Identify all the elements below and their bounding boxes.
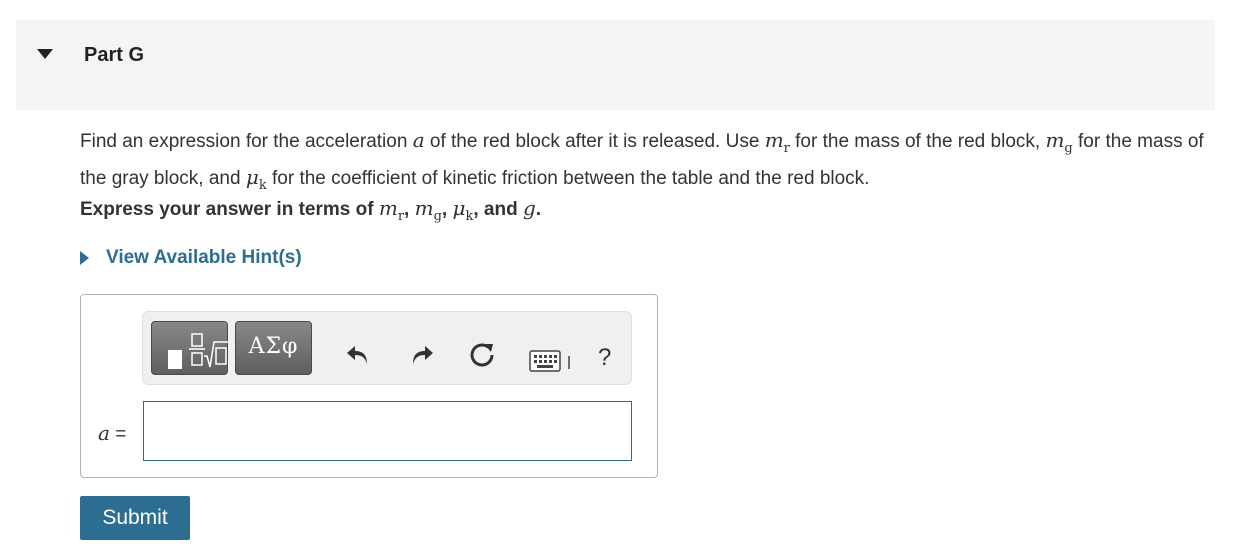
collapse-caret-icon[interactable]: [37, 49, 53, 59]
fraction-sqrt-template-icon: [168, 333, 228, 369]
greek-symbols-button[interactable]: ΑΣφ: [235, 321, 312, 375]
greek-symbols-label: ΑΣφ: [248, 334, 299, 359]
var-a: a: [412, 128, 425, 152]
submit-button[interactable]: Submit: [80, 496, 190, 540]
question-text: Find an expression for the acceleration …: [80, 128, 1204, 193]
answer-label: a =: [98, 421, 127, 445]
reset-icon[interactable]: [467, 340, 497, 370]
redo-icon[interactable]: [407, 340, 437, 370]
var-m-g: mg: [1045, 128, 1073, 156]
expand-caret-icon: [80, 251, 89, 265]
undo-icon[interactable]: [343, 340, 373, 370]
var-m-r: mr: [764, 128, 790, 156]
keyboard-icon[interactable]: [528, 347, 576, 377]
part-header[interactable]: [16, 20, 1215, 110]
answer-instruction: Express your answer in terms of mr, mg, …: [80, 196, 542, 224]
hints-label: View Available Hint(s): [106, 247, 302, 268]
var-mu-k: μk: [245, 165, 267, 193]
part-title: Part G: [84, 44, 145, 66]
help-button[interactable]: ?: [598, 344, 611, 372]
templates-button[interactable]: [151, 321, 228, 375]
view-hints-link[interactable]: View Available Hint(s): [80, 247, 302, 269]
answer-input[interactable]: [143, 401, 632, 461]
